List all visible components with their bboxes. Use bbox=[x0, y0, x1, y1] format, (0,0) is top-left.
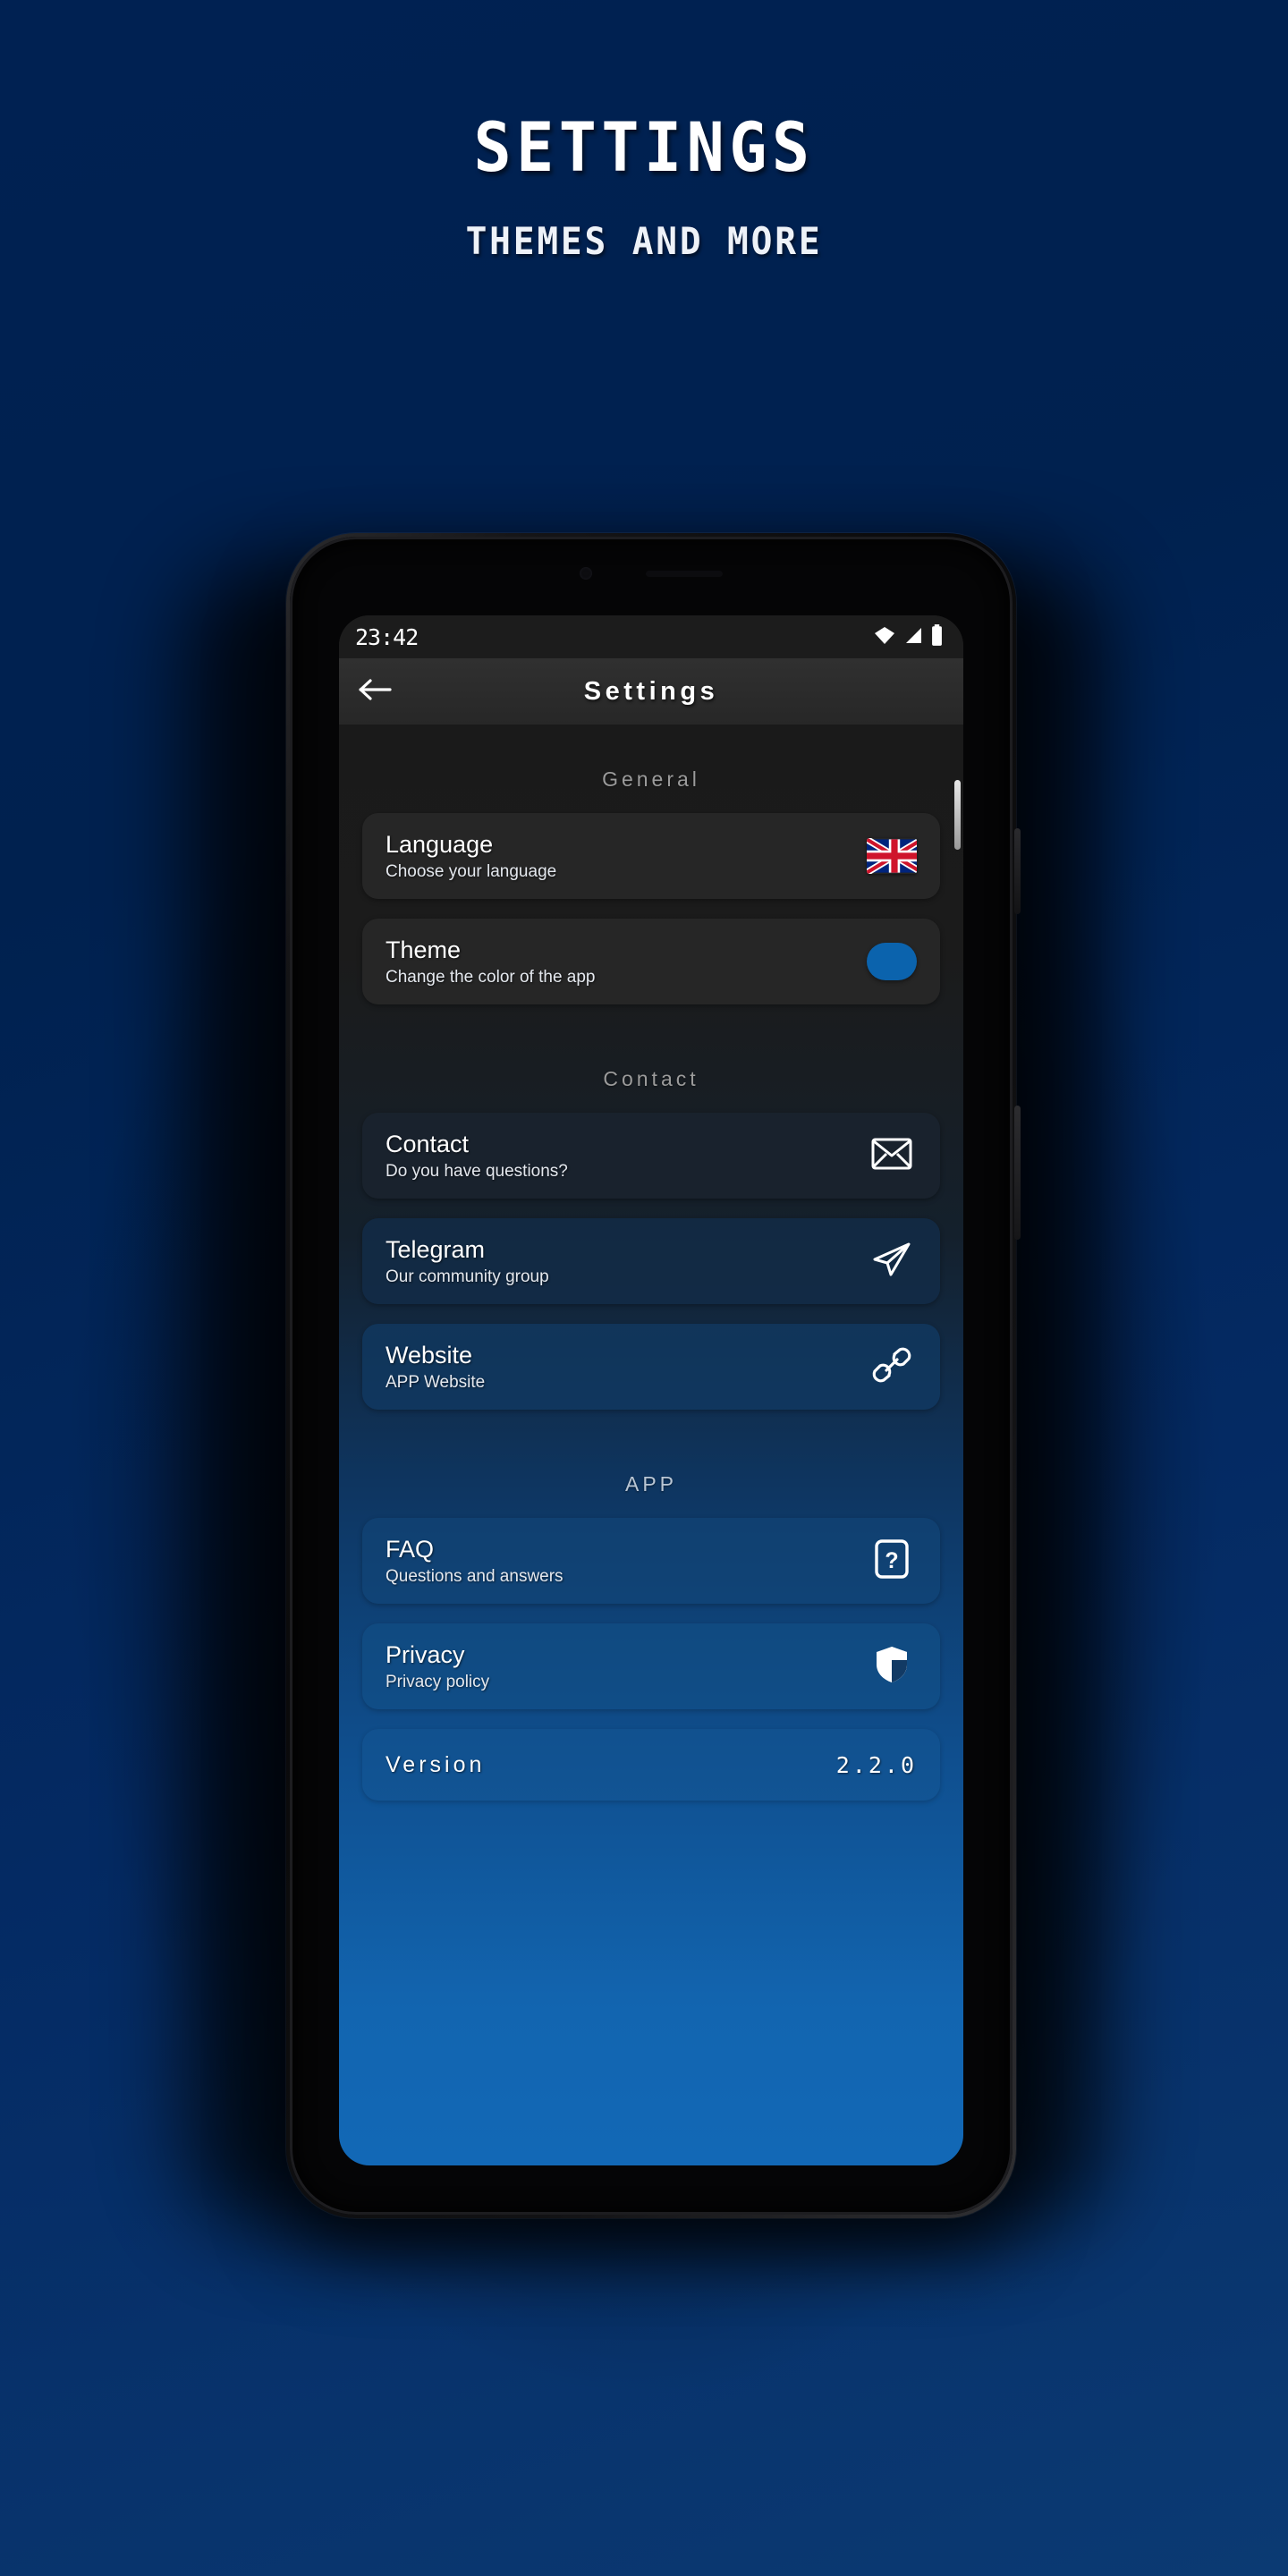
row-title: Website bbox=[386, 1341, 473, 1368]
row-title: Telegram bbox=[386, 1235, 486, 1263]
settings-row-theme[interactable]: Theme Change the color of the app bbox=[362, 919, 940, 1004]
row-trailing[interactable] bbox=[867, 1641, 917, 1691]
settings-row-faq[interactable]: FAQ Questions and answers ? bbox=[362, 1518, 940, 1604]
camera-lens-icon bbox=[580, 567, 592, 580]
phone-body: 23:42 Settings General Language Choose y… bbox=[286, 533, 1021, 2218]
status-icon-group bbox=[873, 623, 944, 651]
question-mark-box-icon: ? bbox=[874, 1538, 910, 1584]
status-bar: 23:42 bbox=[339, 615, 963, 658]
paper-plane-icon bbox=[871, 1241, 912, 1283]
volume-button[interactable] bbox=[1014, 828, 1021, 914]
row-subtitle: Change the color of the app bbox=[386, 967, 596, 987]
promo-title: SETTINGS bbox=[473, 107, 815, 187]
earpiece-speaker bbox=[646, 570, 723, 577]
back-button[interactable] bbox=[355, 671, 396, 712]
row-texts: FAQ Questions and answers bbox=[386, 1536, 564, 1587]
row-title: FAQ bbox=[386, 1535, 435, 1563]
envelope-icon bbox=[871, 1137, 912, 1175]
phone-mockup: 23:42 Settings General Language Choose y… bbox=[175, 533, 1120, 2233]
row-title: Privacy bbox=[386, 1640, 465, 1668]
row-subtitle: Do you have questions? bbox=[386, 1161, 568, 1181]
svg-text:?: ? bbox=[885, 1548, 898, 1573]
promo-header: SETTINGS THEMES AND MORE bbox=[0, 0, 1288, 263]
uk-flag-icon bbox=[867, 838, 917, 874]
row-title: Contact bbox=[386, 1130, 470, 1157]
phone-screen: 23:42 Settings General Language Choose y… bbox=[339, 615, 963, 2165]
row-trailing[interactable] bbox=[867, 831, 917, 881]
section-header-general: General bbox=[602, 767, 700, 791]
settings-row-telegram[interactable]: Telegram Our community group bbox=[362, 1218, 940, 1304]
arrow-left-icon bbox=[358, 676, 394, 708]
app-bar: Settings bbox=[339, 658, 963, 724]
wifi-icon bbox=[873, 624, 896, 650]
status-time: 23:42 bbox=[355, 623, 419, 650]
settings-row-language[interactable]: Language Choose your language bbox=[362, 813, 940, 899]
row-subtitle: Privacy policy bbox=[386, 1672, 490, 1691]
color-swatch-icon[interactable] bbox=[867, 943, 917, 980]
row-texts: Website APP Website bbox=[386, 1342, 485, 1393]
link-chain-icon bbox=[872, 1345, 911, 1389]
shield-icon bbox=[873, 1644, 911, 1690]
row-subtitle: Choose your language bbox=[386, 861, 557, 881]
row-trailing[interactable] bbox=[867, 1131, 917, 1181]
power-button[interactable] bbox=[1014, 1106, 1021, 1240]
settings-row-website[interactable]: Website APP Website bbox=[362, 1324, 940, 1410]
battery-icon bbox=[930, 623, 944, 651]
front-camera-area bbox=[566, 564, 736, 583]
promo-subtitle: THEMES AND MORE bbox=[465, 219, 823, 263]
settings-row-contact[interactable]: Contact Do you have questions? bbox=[362, 1113, 940, 1199]
settings-row-privacy[interactable]: Privacy Privacy policy bbox=[362, 1623, 940, 1709]
row-title: Theme bbox=[386, 936, 462, 963]
row-trailing[interactable]: ? bbox=[867, 1536, 917, 1586]
row-subtitle: Questions and answers bbox=[386, 1566, 564, 1586]
row-subtitle: Our community group bbox=[386, 1267, 549, 1286]
row-texts: Theme Change the color of the app bbox=[386, 936, 596, 987]
row-texts: Contact Do you have questions? bbox=[386, 1131, 568, 1182]
page-title: Settings bbox=[583, 676, 719, 706]
row-trailing[interactable] bbox=[867, 1236, 917, 1286]
scrollbar-thumb[interactable] bbox=[954, 780, 961, 850]
cellular-signal-icon bbox=[902, 624, 924, 650]
row-trailing[interactable] bbox=[867, 936, 917, 987]
row-trailing[interactable] bbox=[867, 1342, 917, 1392]
row-texts: Language Choose your language bbox=[386, 831, 556, 882]
row-texts: Privacy Privacy policy bbox=[386, 1641, 489, 1692]
row-texts: Telegram Our community group bbox=[386, 1236, 549, 1287]
settings-scroll-content: General Language Choose your language Th… bbox=[339, 724, 963, 2165]
version-value: 2.2.0 bbox=[835, 1751, 917, 1778]
version-label: Version bbox=[386, 1751, 486, 1777]
settings-row-version: Version 2.2.0 bbox=[362, 1729, 940, 1801]
section-header-app: APP bbox=[624, 1472, 678, 1496]
section-header-contact: Contact bbox=[603, 1067, 699, 1090]
row-title: Language bbox=[386, 830, 494, 858]
row-subtitle: APP Website bbox=[386, 1372, 486, 1392]
